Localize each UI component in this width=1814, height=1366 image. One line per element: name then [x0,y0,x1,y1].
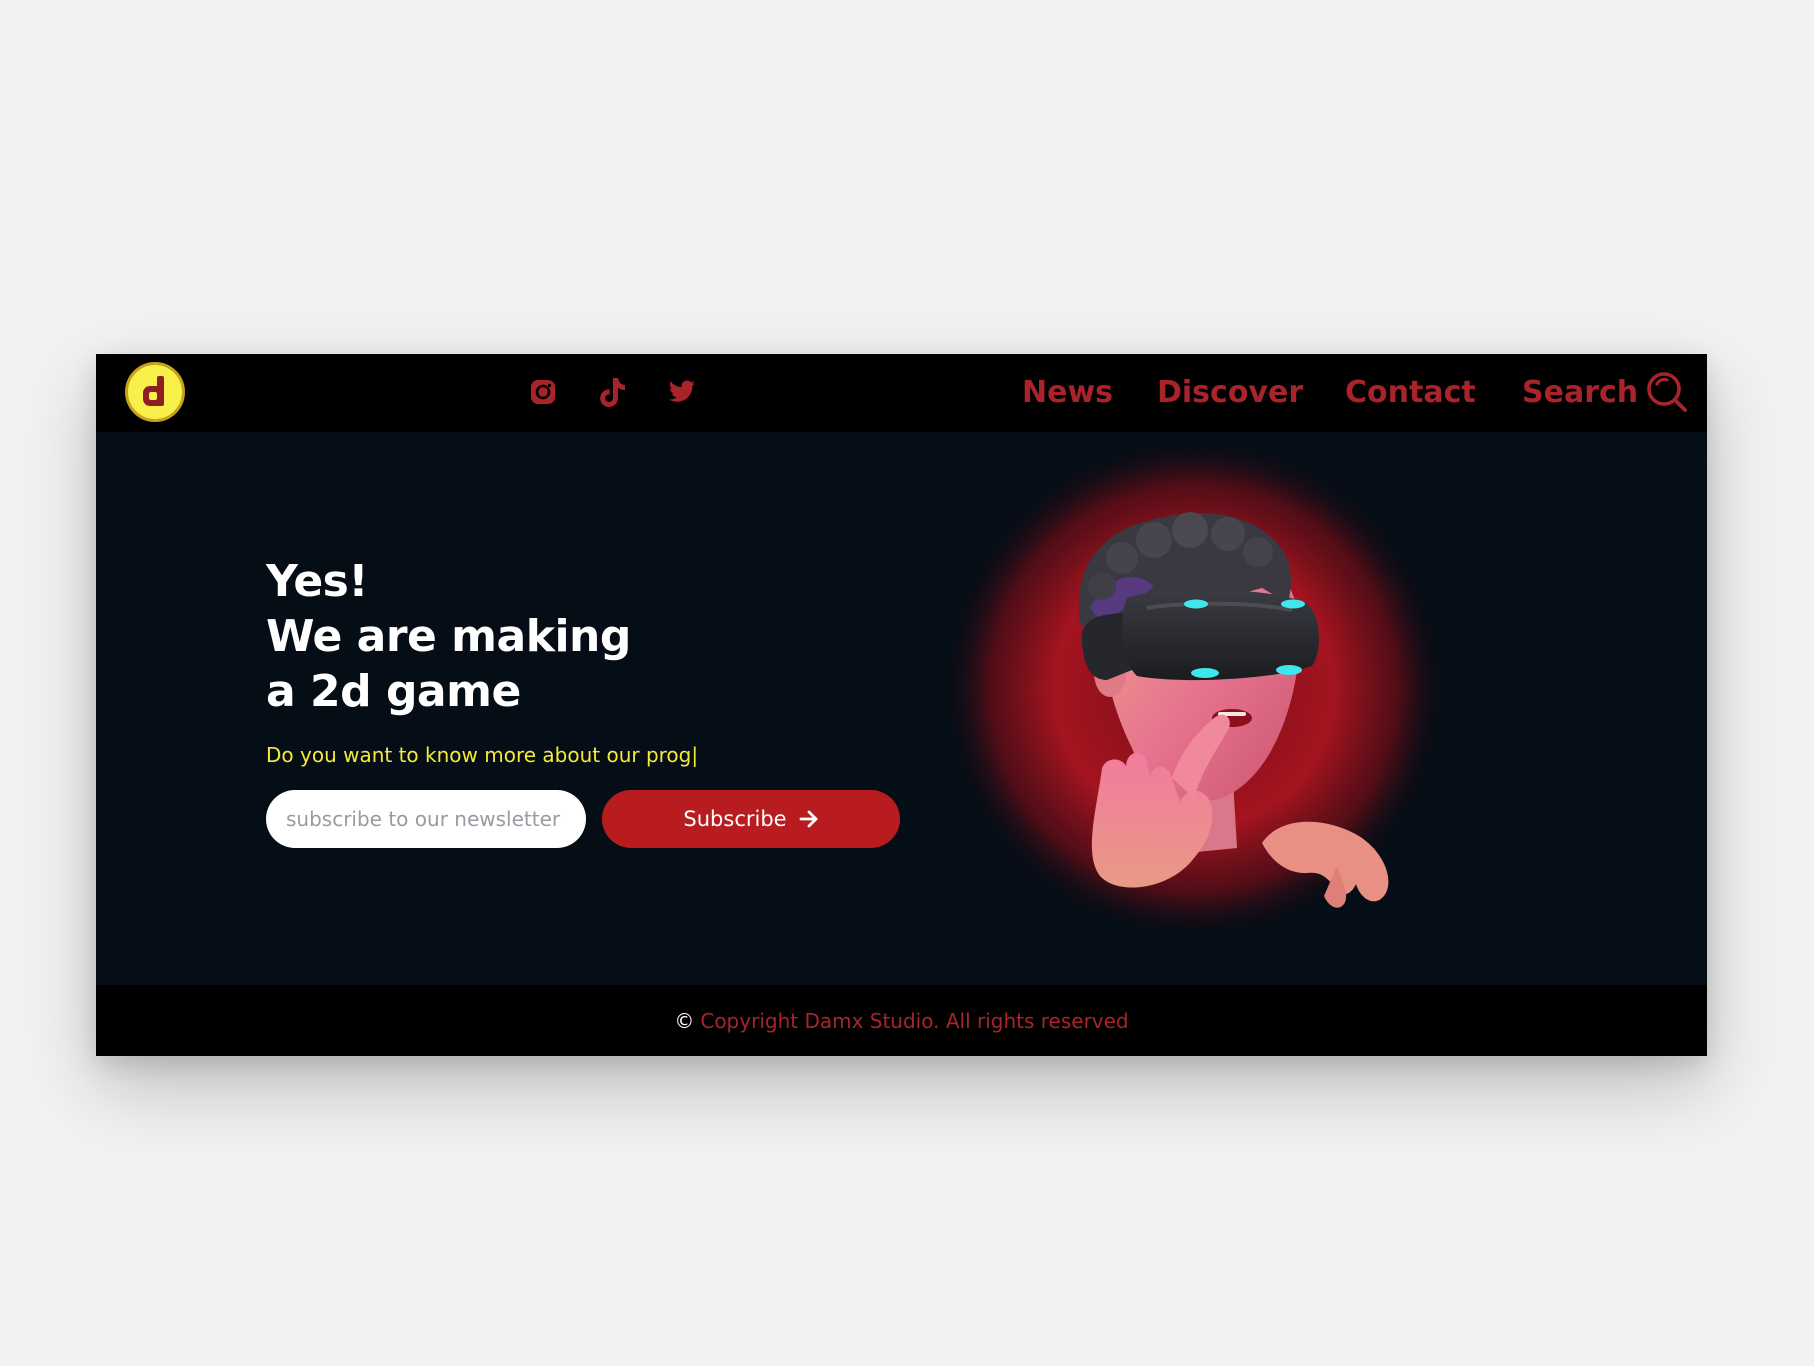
nav-contact[interactable]: Contact [1345,374,1476,412]
tiktok-link[interactable] [594,374,630,410]
nav-discover[interactable]: Discover [1157,374,1303,412]
site-logo[interactable] [125,362,185,422]
twitter-link[interactable] [664,374,700,410]
footer: © Copyright Damx Studio. All rights rese… [96,985,1707,1056]
subscribe-button[interactable]: Subscribe [602,790,900,848]
instagram-icon [531,380,555,404]
newsletter-email-input[interactable] [266,790,586,848]
hero-headline: Yes! We are making a 2d game [266,554,631,719]
headline-line-1: Yes! [266,556,368,607]
page-frame: News Discover Contact Search Yes! We are… [96,354,1707,1056]
copyright-symbol: © [674,1008,695,1033]
nav-search[interactable]: Search [1522,374,1638,412]
copyright-text: Copyright Damx Studio. All rights reserv… [700,1008,1129,1033]
vr-headset-character-illustration [939,433,1449,943]
arrow-right-icon [799,810,817,828]
subscribe-button-label: Subscribe [683,807,787,831]
search-icon[interactable] [1644,369,1690,415]
hero-subtitle: Do you want to know more about our prog| [266,743,699,767]
twitter-icon [668,380,695,402]
instagram-link[interactable] [525,374,561,410]
nav-news[interactable]: News [1022,374,1113,412]
headline-line-3: a 2d game [266,666,521,717]
headline-line-2: We are making [266,611,631,662]
top-navigation-bar: News Discover Contact Search [96,354,1707,432]
d-letter-logo-icon [143,376,164,406]
tiktok-icon [600,378,625,407]
